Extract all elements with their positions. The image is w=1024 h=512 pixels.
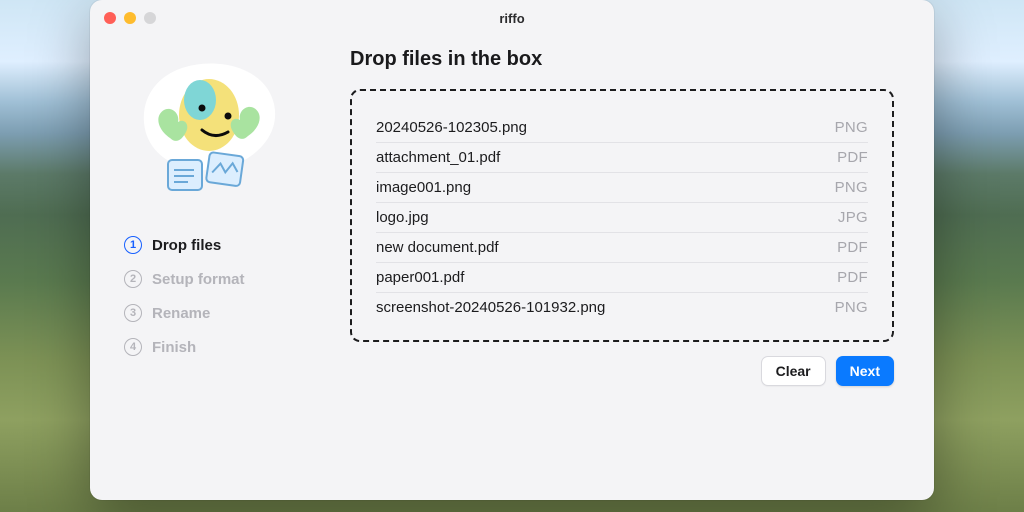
file-type-badge: PDF: [837, 239, 868, 256]
window-body: 1 Drop files 2 Setup format 3 Rename 4 F…: [90, 36, 934, 500]
step-number-icon: 4: [124, 338, 142, 356]
file-type-badge: PNG: [835, 179, 868, 196]
step-label: Finish: [152, 339, 196, 356]
file-row[interactable]: image001.png PNG: [376, 173, 868, 203]
file-type-badge: PNG: [835, 299, 868, 316]
titlebar[interactable]: riffo: [90, 0, 934, 36]
file-type-badge: PNG: [835, 119, 868, 136]
close-icon[interactable]: [104, 12, 116, 24]
sidebar: 1 Drop files 2 Setup format 3 Rename 4 F…: [90, 36, 350, 500]
file-type-badge: PDF: [837, 149, 868, 166]
file-name: new document.pdf: [376, 239, 499, 256]
step-label: Drop files: [152, 237, 221, 254]
file-row[interactable]: logo.jpg JPG: [376, 203, 868, 233]
action-buttons: Clear Next: [350, 356, 894, 386]
step-label: Setup format: [152, 271, 245, 288]
file-name: 20240526-102305.png: [376, 119, 527, 136]
steps-list: 1 Drop files 2 Setup format 3 Rename 4 F…: [124, 236, 326, 356]
minimize-icon[interactable]: [124, 12, 136, 24]
mascot-illustration: [124, 60, 294, 200]
step-finish[interactable]: 4 Finish: [124, 338, 326, 356]
main-panel: Drop files in the box 20240526-102305.pn…: [350, 36, 934, 500]
step-drop-files[interactable]: 1 Drop files: [124, 236, 326, 254]
step-number-icon: 3: [124, 304, 142, 322]
step-setup-format[interactable]: 2 Setup format: [124, 270, 326, 288]
file-name: screenshot-20240526-101932.png: [376, 299, 605, 316]
file-row[interactable]: 20240526-102305.png PNG: [376, 113, 868, 143]
file-name: image001.png: [376, 179, 471, 196]
app-window: riffo: [90, 0, 934, 500]
clear-button[interactable]: Clear: [761, 356, 826, 386]
file-row[interactable]: new document.pdf PDF: [376, 233, 868, 263]
file-row[interactable]: attachment_01.pdf PDF: [376, 143, 868, 173]
step-number-icon: 2: [124, 270, 142, 288]
next-button[interactable]: Next: [836, 356, 894, 386]
file-row[interactable]: screenshot-20240526-101932.png PNG: [376, 293, 868, 322]
step-number-icon: 1: [124, 236, 142, 254]
window-controls: [104, 12, 156, 24]
window-title: riffo: [499, 11, 524, 26]
file-type-badge: JPG: [838, 209, 868, 226]
maximize-icon[interactable]: [144, 12, 156, 24]
file-name: paper001.pdf: [376, 269, 464, 286]
file-dropzone[interactable]: 20240526-102305.png PNG attachment_01.pd…: [350, 89, 894, 342]
file-type-badge: PDF: [837, 269, 868, 286]
page-heading: Drop files in the box: [350, 48, 894, 71]
step-label: Rename: [152, 305, 210, 322]
step-rename[interactable]: 3 Rename: [124, 304, 326, 322]
file-row[interactable]: paper001.pdf PDF: [376, 263, 868, 293]
file-name: attachment_01.pdf: [376, 149, 500, 166]
file-name: logo.jpg: [376, 209, 429, 226]
desktop-background: riffo: [0, 0, 1024, 512]
